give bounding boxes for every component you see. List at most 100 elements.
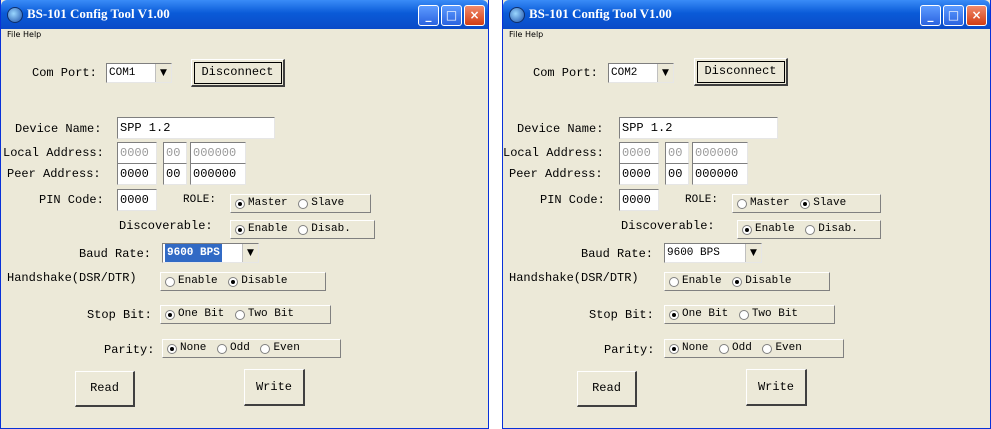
handshake-enable-radio[interactable]: Enable xyxy=(669,273,722,290)
disconnect-button[interactable]: Disconnect xyxy=(694,58,788,86)
stop-bit-one-radio[interactable]: One Bit xyxy=(165,306,224,323)
window-title: BS-101 Config Tool V1.00 xyxy=(529,6,672,21)
parity-even-radio[interactable]: Even xyxy=(762,340,802,357)
pin-code-field[interactable]: 0000 xyxy=(619,189,659,211)
stop-bit-label: Stop Bit: xyxy=(87,308,152,322)
stop-bit-two-radio[interactable]: Two Bit xyxy=(234,306,294,323)
minimize-button[interactable]: _ xyxy=(418,5,439,26)
write-button[interactable]: Write xyxy=(746,369,807,406)
discoverable-radio-group: Enable Disab. xyxy=(230,220,375,239)
stop-bit-radio-group: One Bit Two Bit xyxy=(160,305,331,324)
handshake-disable-radio[interactable]: Disable xyxy=(228,273,287,290)
com-port-value: COM2 xyxy=(611,67,638,79)
peer-address-nap-field[interactable]: 0000 xyxy=(117,163,157,185)
device-name-field[interactable]: SPP 1.2 xyxy=(619,117,778,139)
menu-file[interactable]: File xyxy=(509,30,522,39)
peer-address-label: Peer Address: xyxy=(509,167,603,181)
peer-address-lap-field[interactable]: 000000 xyxy=(692,163,748,185)
chevron-down-icon[interactable]: ▼ xyxy=(745,244,761,262)
title-bar[interactable]: BS-101 Config Tool V1.00 _ □ × xyxy=(503,0,990,29)
local-address-nap-field: 0000 xyxy=(117,142,157,164)
parity-even-radio[interactable]: Even xyxy=(260,340,300,357)
chevron-down-icon[interactable]: ▼ xyxy=(657,64,673,82)
handshake-disable-radio[interactable]: Disable xyxy=(732,273,791,290)
com-port-select[interactable]: COM1 ▼ xyxy=(106,63,172,83)
peer-address-uap-field[interactable]: 00 xyxy=(665,163,689,185)
local-address-nap-field: 0000 xyxy=(619,142,659,164)
com-port-label: Com Port: xyxy=(32,66,97,80)
role-radio-group: Master Slave xyxy=(230,194,371,213)
title-bar[interactable]: BS-101 Config Tool V1.00 _ □ × xyxy=(1,0,488,29)
role-master-radio[interactable]: Master xyxy=(737,195,790,212)
chevron-down-icon[interactable]: ▼ xyxy=(242,244,258,262)
peer-address-nap-field[interactable]: 0000 xyxy=(619,163,659,185)
handshake-label: Handshake(DSR/DTR) xyxy=(7,271,137,285)
local-address-lap-field: 000000 xyxy=(190,142,246,164)
read-button[interactable]: Read xyxy=(577,371,637,407)
close-button[interactable]: × xyxy=(966,5,987,26)
com-port-select[interactable]: COM2 ▼ xyxy=(608,63,674,83)
local-address-label: Local Address: xyxy=(503,146,604,160)
com-port-label: Com Port: xyxy=(533,66,598,80)
role-master-radio[interactable]: Master xyxy=(235,195,288,212)
local-address-lap-field: 000000 xyxy=(692,142,748,164)
peer-address-uap-field[interactable]: 00 xyxy=(163,163,187,185)
baud-rate-value: 9600 BPS xyxy=(165,244,222,262)
discoverable-disable-radio[interactable]: Disab. xyxy=(298,221,351,238)
stop-bit-two-radio[interactable]: Two Bit xyxy=(738,306,798,323)
write-button[interactable]: Write xyxy=(244,369,305,406)
menu-help[interactable]: Help xyxy=(23,30,41,39)
baud-rate-value: 9600 BPS xyxy=(667,247,720,259)
parity-label: Parity: xyxy=(604,343,655,357)
config-window-right: BS-101 Config Tool V1.00 _ □ × File Help… xyxy=(502,0,991,429)
maximize-button[interactable]: □ xyxy=(441,5,462,26)
discoverable-enable-radio[interactable]: Enable xyxy=(235,221,288,238)
config-window-left: BS-101 Config Tool V1.00 _ □ × File Help… xyxy=(0,0,489,429)
pin-code-label: PIN Code: xyxy=(39,193,104,207)
handshake-radio-group: Enable Disable xyxy=(664,272,830,291)
window-title: BS-101 Config Tool V1.00 xyxy=(27,6,170,21)
menu-bar: File Help xyxy=(503,29,990,41)
baud-rate-label: Baud Rate: xyxy=(581,247,654,261)
parity-none-radio[interactable]: None xyxy=(167,340,206,357)
maximize-button[interactable]: □ xyxy=(943,5,964,26)
role-slave-radio[interactable]: Slave xyxy=(298,195,344,212)
parity-label: Parity: xyxy=(104,343,155,357)
menu-bar: File Help xyxy=(1,29,488,41)
handshake-radio-group: Enable Disable xyxy=(160,272,326,291)
stop-bit-one-radio[interactable]: One Bit xyxy=(669,306,728,323)
local-address-uap-field: 00 xyxy=(163,142,187,164)
baud-rate-select[interactable]: 9600 BPS ▼ xyxy=(664,243,762,263)
peer-address-label: Peer Address: xyxy=(7,167,101,181)
discoverable-label: Discoverable: xyxy=(119,219,213,233)
stop-bit-label: Stop Bit: xyxy=(589,308,654,322)
pin-code-label: PIN Code: xyxy=(540,193,605,207)
minimize-button[interactable]: _ xyxy=(920,5,941,26)
discoverable-radio-group: Enable Disab. xyxy=(737,220,881,239)
device-name-field[interactable]: SPP 1.2 xyxy=(117,117,275,139)
discoverable-label: Discoverable: xyxy=(621,219,715,233)
read-button[interactable]: Read xyxy=(75,371,135,407)
baud-rate-label: Baud Rate: xyxy=(79,247,152,261)
parity-odd-radio[interactable]: Odd xyxy=(217,340,250,357)
discoverable-enable-radio[interactable]: Enable xyxy=(742,221,795,238)
chevron-down-icon[interactable]: ▼ xyxy=(155,64,171,82)
stop-bit-radio-group: One Bit Two Bit xyxy=(664,305,835,324)
device-name-label: Device Name: xyxy=(517,122,604,136)
handshake-enable-radio[interactable]: Enable xyxy=(165,273,218,290)
menu-help[interactable]: Help xyxy=(525,30,543,39)
peer-address-lap-field[interactable]: 000000 xyxy=(190,163,246,185)
discoverable-disable-radio[interactable]: Disab. xyxy=(805,221,858,238)
disconnect-button[interactable]: Disconnect xyxy=(191,59,285,87)
com-port-value: COM1 xyxy=(109,67,136,79)
baud-rate-select[interactable]: 9600 BPS ▼ xyxy=(162,243,259,263)
role-slave-radio[interactable]: Slave xyxy=(800,195,846,212)
parity-none-radio[interactable]: None xyxy=(669,340,708,357)
local-address-uap-field: 00 xyxy=(665,142,689,164)
app-icon xyxy=(509,7,525,23)
menu-file[interactable]: File xyxy=(7,30,20,39)
parity-odd-radio[interactable]: Odd xyxy=(719,340,752,357)
role-label: ROLE: xyxy=(685,194,719,206)
pin-code-field[interactable]: 0000 xyxy=(117,189,157,211)
close-button[interactable]: × xyxy=(464,5,485,26)
